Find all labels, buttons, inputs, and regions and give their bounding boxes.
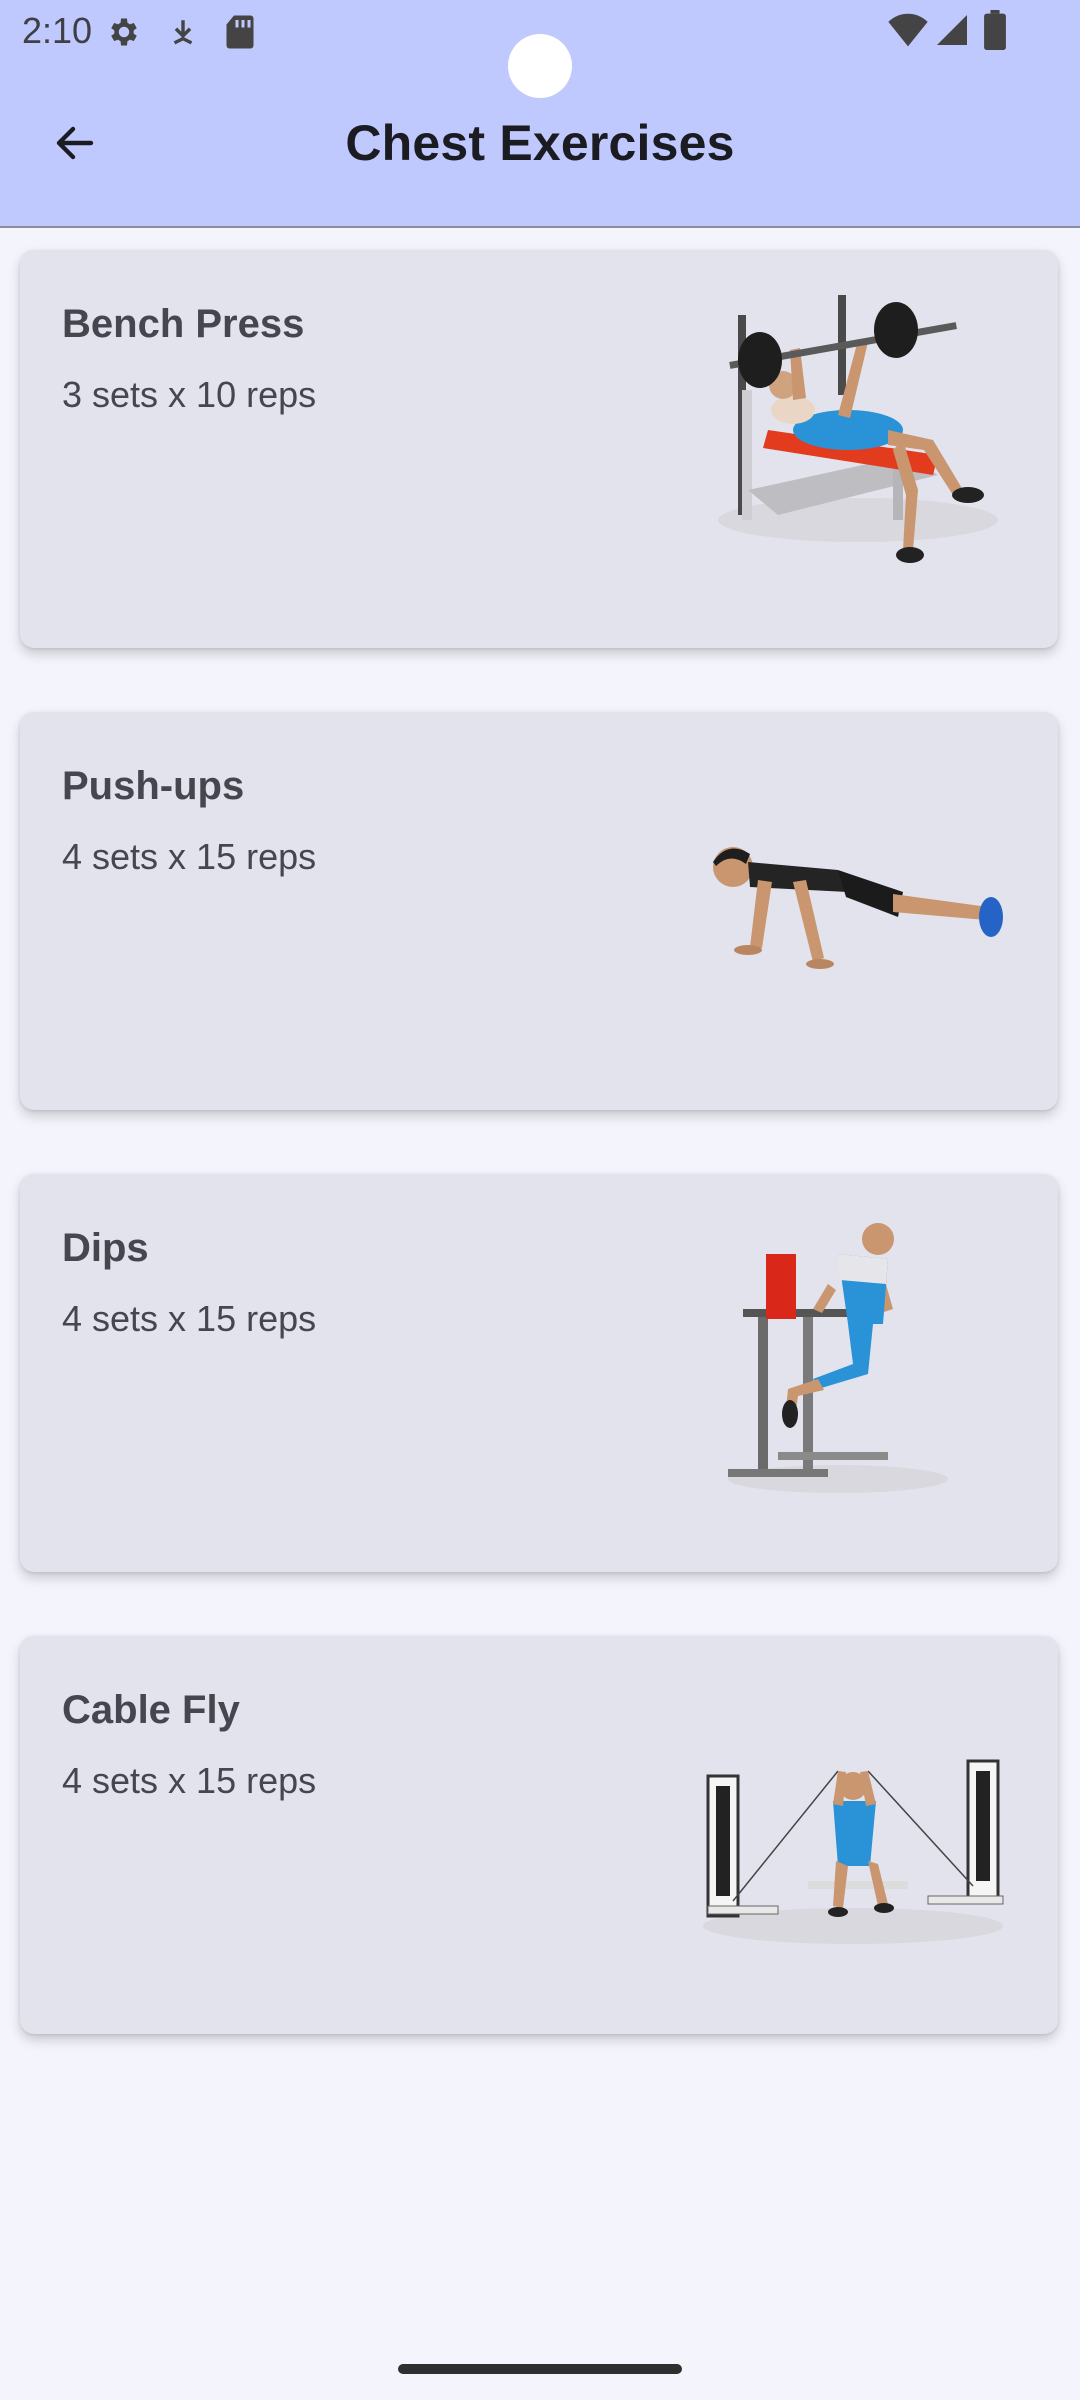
cable-fly-illustration [703, 1759, 1004, 1944]
app-header: 2:10 Chest Exercises [0, 0, 1080, 228]
exercise-card-cable-fly[interactable]: Cable Fly 4 sets x 15 reps [20, 1636, 1058, 2034]
battery-icon [984, 10, 1006, 55]
bench-press-illustration [718, 295, 998, 563]
exercise-detail: 4 sets x 15 reps [62, 1298, 317, 1339]
dips-illustration [728, 1223, 948, 1493]
exercise-name: Dips [62, 1226, 149, 1270]
wifi-icon [888, 12, 928, 53]
exercise-name: Push-ups [62, 764, 245, 808]
exercise-card-dips[interactable]: Dips 4 sets x 15 reps [20, 1174, 1058, 1572]
page-title: Chest Exercises [345, 115, 735, 171]
settings-icon [106, 14, 142, 55]
exercise-card-bench-press[interactable]: Bench Press 3 sets x 10 reps [20, 250, 1058, 648]
exercise-detail: 4 sets x 15 reps [62, 1760, 317, 1801]
download-icon [166, 16, 200, 55]
camera-cutout [508, 34, 572, 98]
screen: 2:10 Chest Exercises Bench Press 3 sets … [0, 0, 1080, 2400]
exercise-detail: 4 sets x 15 reps [62, 836, 317, 877]
exercise-detail: 3 sets x 10 reps [62, 374, 317, 415]
exercise-name: Bench Press [62, 302, 305, 346]
signal-icon [934, 12, 970, 53]
exercise-card-push-ups[interactable]: Push-ups 4 sets x 15 reps [20, 712, 1058, 1110]
status-time: 2:10 [22, 10, 93, 51]
home-indicator[interactable] [398, 2364, 682, 2374]
push-ups-illustration [713, 847, 1003, 969]
sd-card-icon [224, 14, 256, 55]
exercise-name: Cable Fly [62, 1688, 240, 1732]
